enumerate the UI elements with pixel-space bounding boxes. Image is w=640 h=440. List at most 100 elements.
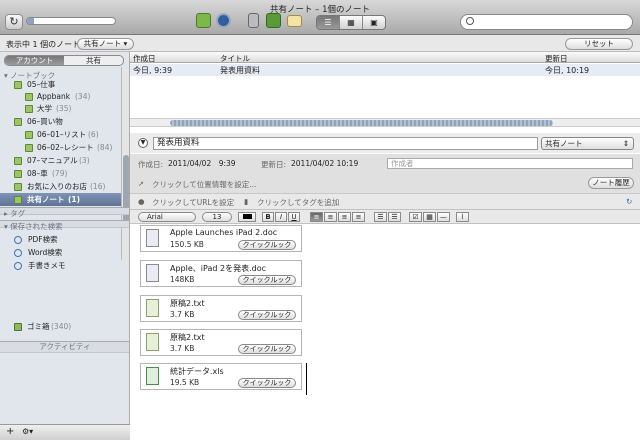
column-created[interactable]: 作成日 <box>133 53 156 64</box>
attachment-size: 3.7 KB <box>170 310 195 319</box>
font-select[interactable]: Arial <box>138 212 196 222</box>
attachment-name: 統計データ.xls <box>170 367 224 376</box>
sidebar-item-saved-search[interactable]: Word検索 <box>0 246 121 259</box>
sidebar-item-shared-notes[interactable]: 共有ノート (1) <box>0 193 121 206</box>
sync-button[interactable]: ↻ <box>5 14 23 30</box>
doc-file-icon <box>146 264 159 282</box>
attachment-size: 3.7 KB <box>170 344 195 353</box>
sync-progress <box>26 17 116 25</box>
quick-look-button[interactable]: クイックルック <box>238 310 296 320</box>
notebook-select[interactable]: 共有ノート ⇕ <box>541 137 634 150</box>
bullet-list-button[interactable]: ☰ <box>374 212 387 222</box>
align-center-button[interactable]: ≡ <box>324 212 337 222</box>
attachment-name: Apple Launches iPad 2.doc <box>170 228 278 237</box>
saved-searches-heading[interactable]: ▾ 保存された検索 <box>4 221 63 232</box>
notebook-count: (3) <box>79 156 90 165</box>
search-box[interactable] <box>460 14 633 30</box>
notebook-count: (35) <box>56 104 72 113</box>
note-body[interactable]: Apple Launches iPad 2.doc 150.5 KB クイックル… <box>130 225 640 440</box>
font-size-select[interactable]: 13 <box>202 212 232 222</box>
note-history-button[interactable]: ノート履歴 <box>588 177 634 189</box>
list-view-button[interactable]: ☰ <box>317 16 340 29</box>
search-icon <box>466 17 474 25</box>
tags-field[interactable]: クリックしてタグを追加 <box>257 197 339 208</box>
note-title-field[interactable]: 発表用資料 <box>153 137 538 150</box>
gear-icon[interactable]: ⚙▾ <box>22 427 33 436</box>
email-icon[interactable] <box>287 15 302 27</box>
numbered-list-button[interactable]: ☰ <box>388 212 401 222</box>
activity-header[interactable]: アクティビティ <box>0 341 129 353</box>
table-button[interactable]: ▦ <box>423 212 436 222</box>
search-input[interactable] <box>479 17 629 28</box>
scope-select[interactable]: 共有ノート ▾ <box>77 38 134 50</box>
attachment-item[interactable]: Apple、iPad 2を発表.doc 148KB クイックルック <box>140 260 302 287</box>
checkbox-button[interactable]: ☑ <box>409 212 422 222</box>
sidebar-item-saved-search[interactable]: 手書きメモ <box>0 259 121 272</box>
align-justify-button[interactable]: ≡ <box>352 212 365 222</box>
row-updated: 今日, 10:19 <box>545 66 590 75</box>
sidebar-item-notebook[interactable]: お気に入りのお店 (16) <box>0 180 121 193</box>
quick-look-button[interactable]: クイックルック <box>238 240 296 250</box>
refresh-icon[interactable]: ↻ <box>626 197 632 206</box>
updated-field[interactable]: 2011/04/02 10:19 <box>287 158 375 169</box>
note-count-label: 表示中 1 個のノート <box>6 40 81 49</box>
tab-account[interactable]: アカウント <box>5 56 64 65</box>
collapse-info-button[interactable]: ▼ <box>138 138 148 148</box>
attachment-item[interactable]: 統計データ.xls 19.5 KB クイックルック <box>140 363 302 390</box>
sidebar-item-notebook[interactable]: 08–車 (79) <box>0 167 121 180</box>
trash-icon[interactable] <box>248 13 259 28</box>
notebook-count: (16) <box>90 182 106 191</box>
bold-button[interactable]: B <box>262 212 274 222</box>
attachment-item[interactable]: 原稿2.txt 3.7 KB クイックルック <box>140 329 302 356</box>
url-field[interactable]: クリックしてURLを設定 <box>152 197 234 208</box>
sidebar-item-saved-search[interactable]: PDF検索 <box>0 233 121 246</box>
table-row[interactable]: 今日, 9:39 発表用資料 今日, 10:19 <box>130 64 640 76</box>
note-list-scrollbar[interactable] <box>130 118 640 127</box>
created-field[interactable]: 2011/04/02 9:39 <box>164 158 252 169</box>
location-field[interactable]: クリックして位置情報を設定... <box>152 179 256 190</box>
color-swatch-icon <box>242 214 252 219</box>
trash-count: (340) <box>51 322 72 331</box>
attachment-name: Apple、iPad 2を発表.doc <box>170 264 266 273</box>
row-created: 今日, 9:39 <box>133 66 173 75</box>
thumbnail-view-button[interactable]: ▣ <box>363 16 385 29</box>
sidebar-item-notebook[interactable]: 06–01–リスト (6) <box>0 128 121 141</box>
text-color-button[interactable] <box>238 212 256 222</box>
quick-look-button[interactable]: クイックルック <box>238 275 296 285</box>
tag-icon: ▮ <box>244 197 249 206</box>
align-right-button[interactable]: ≡ <box>338 212 351 222</box>
column-title[interactable]: タイトル <box>220 53 250 64</box>
add-button[interactable]: + <box>6 426 14 437</box>
author-field[interactable]: 作成者 <box>387 158 633 169</box>
attachment-item[interactable]: 原稿2.txt 3.7 KB クイックルック <box>140 295 302 322</box>
attachment-button[interactable]: ⌇ <box>456 212 469 222</box>
horizontal-rule-button[interactable]: — <box>437 212 450 222</box>
sidebar-item-trash[interactable]: ゴミ箱 (340) <box>0 320 121 333</box>
new-note-icon[interactable] <box>196 13 211 28</box>
quick-look-button[interactable]: クイックルック <box>238 344 296 354</box>
sidebar-item-notebook[interactable]: 大学 (35) <box>0 102 121 115</box>
sidebar-item-notebook[interactable]: 06–02–レシート (84) <box>0 141 121 154</box>
split-view-button[interactable]: ▦ <box>340 16 363 29</box>
sidebar-tabs: アカウント 共有 <box>4 55 124 66</box>
reset-button[interactable]: リセット <box>565 38 633 50</box>
note-metadata: 作成日: 2011/04/02 9:39 更新日: 2011/04/02 10:… <box>130 154 640 194</box>
tags-header[interactable]: ▸ タグ <box>0 207 129 218</box>
camera-icon[interactable] <box>216 13 231 28</box>
italic-button[interactable]: I <box>275 212 287 222</box>
sidebar-item-notebook[interactable]: 06–買い物 <box>0 115 121 128</box>
tab-shared[interactable]: 共有 <box>64 56 123 65</box>
notebook-icon <box>14 170 22 178</box>
notebook-icon <box>25 93 33 101</box>
note-list-scroll-thumb[interactable] <box>170 120 553 126</box>
attachment-item[interactable]: Apple Launches iPad 2.doc 150.5 KB クイックル… <box>140 225 302 252</box>
saved-searches-header[interactable]: ▾ 保存された検索 <box>0 220 129 231</box>
notebook-icon[interactable] <box>266 13 281 28</box>
quick-look-button[interactable]: クイックルック <box>238 378 296 388</box>
tags-heading[interactable]: ▸ タグ <box>4 208 25 219</box>
column-updated[interactable]: 更新日 <box>545 53 568 64</box>
sidebar-scrollbar[interactable] <box>121 67 129 260</box>
align-left-button[interactable]: ≡ <box>310 212 323 222</box>
sidebar-item-notebook[interactable]: 07–マニュアル (3) <box>0 154 121 167</box>
underline-button[interactable]: U <box>288 212 300 222</box>
